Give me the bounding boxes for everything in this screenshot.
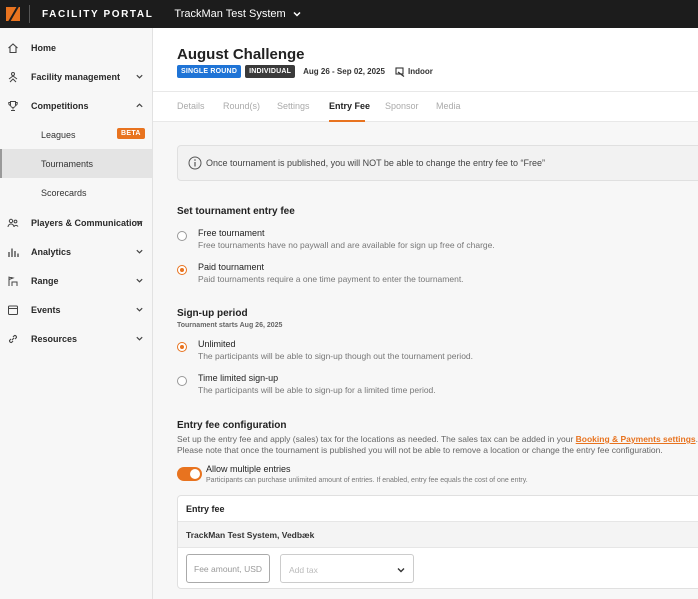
sidebar-item-facility-management[interactable]: Facility management xyxy=(0,62,152,91)
range-icon xyxy=(7,275,19,287)
tab-details[interactable]: Details xyxy=(177,101,205,111)
sidebar: Home Facility management Competitions Le… xyxy=(0,28,153,599)
chevron-down-icon xyxy=(293,11,301,17)
tab-rounds[interactable]: Round(s) xyxy=(223,101,260,111)
trackman-logo-icon[interactable] xyxy=(6,7,20,21)
system-selector[interactable]: TrackMan Test System xyxy=(174,8,301,20)
chevron-down-icon xyxy=(136,74,143,79)
sidebar-item-events[interactable]: Events xyxy=(0,295,152,324)
booking-payments-settings-link[interactable]: Booking & Payments settings xyxy=(576,434,696,444)
system-name: TrackMan Test System xyxy=(174,8,286,20)
main-content: August Challenge SINGLE ROUND INDIVIDUAL… xyxy=(153,28,698,599)
sidebar-subitem-label: Leagues xyxy=(41,129,76,140)
tournament-dates: Aug 26 - Sep 02, 2025 xyxy=(303,67,385,76)
radio-description: Free tournaments have no paywall and are… xyxy=(198,240,495,250)
add-tax-select[interactable]: Add tax xyxy=(280,554,414,583)
toggle-description: Participants can purchase unlimited amou… xyxy=(206,477,528,484)
config-section-title: Entry fee configuration xyxy=(177,420,287,431)
config-description: Set up the entry fee and apply (sales) t… xyxy=(177,434,698,456)
round-type-badge: SINGLE ROUND xyxy=(177,65,242,78)
chevron-down-icon xyxy=(136,249,143,254)
sidebar-subitem-tournaments[interactable]: Tournaments xyxy=(0,149,152,178)
chevron-up-icon xyxy=(136,103,143,108)
trophy-icon xyxy=(7,100,19,112)
radio-button[interactable] xyxy=(177,376,187,386)
chevron-down-icon xyxy=(136,278,143,283)
chevron-down-icon xyxy=(397,568,405,573)
sidebar-item-competitions[interactable]: Competitions xyxy=(0,91,152,120)
tab-media[interactable]: Media xyxy=(436,101,461,111)
allow-multiple-entries-toggle[interactable] xyxy=(177,467,202,481)
fee-table-header: Entry fee xyxy=(178,496,698,522)
tab-entry-fee[interactable]: Entry Fee xyxy=(329,101,370,111)
radio-button[interactable] xyxy=(177,342,187,352)
sidebar-item-home[interactable]: Home xyxy=(0,33,152,62)
sidebar-item-analytics[interactable]: Analytics xyxy=(0,237,152,266)
sidebar-item-label: Range xyxy=(31,275,59,286)
entry-fee-table: Entry fee TrackMan Test System, Vedbæk A… xyxy=(177,495,698,589)
indoor-icon xyxy=(395,66,405,77)
fee-location-name: TrackMan Test System, Vedbæk xyxy=(186,530,315,540)
info-banner-text: Once tournament is published, you will N… xyxy=(206,158,546,168)
chevron-down-icon xyxy=(136,220,143,225)
radio-label: Unlimited xyxy=(198,339,236,349)
venue-label: Indoor xyxy=(395,66,433,77)
tournament-badges: SINGLE ROUND INDIVIDUAL Aug 26 - Sep 02,… xyxy=(177,65,433,78)
sidebar-item-label: Analytics xyxy=(31,246,72,257)
facility-icon xyxy=(7,71,19,83)
play-type-badge: INDIVIDUAL xyxy=(245,65,296,78)
radio-button[interactable] xyxy=(177,231,187,241)
sidebar-item-label: Resources xyxy=(31,333,78,344)
fee-amount-input[interactable] xyxy=(186,554,270,583)
config-description-note: Please note that once the tournament is … xyxy=(177,445,663,455)
sidebar-item-range[interactable]: Range xyxy=(0,266,152,295)
sidebar-item-label: Facility management xyxy=(31,71,121,82)
tab-sponsor[interactable]: Sponsor xyxy=(385,101,419,111)
radio-label: Time limited sign-up xyxy=(198,373,279,383)
info-icon xyxy=(188,156,202,170)
signup-section-title: Sign-up period xyxy=(177,308,248,319)
radio-label: Paid tournament xyxy=(198,262,265,272)
chevron-down-icon xyxy=(136,307,143,312)
sidebar-subitem-label: Tournaments xyxy=(41,158,94,169)
page-title: August Challenge xyxy=(177,46,305,63)
sidebar-subitem-label: Scorecards xyxy=(41,187,87,198)
portal-brand: FACILITY PORTAL xyxy=(42,8,154,20)
beta-badge: BETA xyxy=(117,128,145,139)
radio-label: Free tournament xyxy=(198,228,265,238)
link-icon xyxy=(7,333,19,345)
sidebar-item-players-communication[interactable]: Players & Communication xyxy=(0,208,152,237)
chevron-down-icon xyxy=(136,336,143,341)
radio-description: The participants will be able to sign-up… xyxy=(198,385,436,395)
entry-fee-section-title: Set tournament entry fee xyxy=(177,206,295,217)
tabs-bar: Details Round(s) Settings Entry Fee Spon… xyxy=(153,91,698,122)
top-bar: FACILITY PORTAL TrackMan Test System xyxy=(0,0,698,28)
radio-description: Paid tournaments require a one time paym… xyxy=(198,274,464,284)
sidebar-item-label: Competitions xyxy=(31,100,89,111)
venue-text: Indoor xyxy=(407,67,433,76)
calendar-icon xyxy=(7,304,19,316)
tab-settings[interactable]: Settings xyxy=(277,101,310,111)
sidebar-item-resources[interactable]: Resources xyxy=(0,324,152,353)
sidebar-item-label: Events xyxy=(31,304,61,315)
toggle-label: Allow multiple entries xyxy=(206,464,291,474)
players-icon xyxy=(7,217,19,229)
signup-section-subtitle: Tournament starts Aug 26, 2025 xyxy=(177,322,283,329)
config-description-text: Set up the entry fee and apply (sales) t… xyxy=(177,434,576,444)
tax-select-placeholder: Add tax xyxy=(289,565,318,575)
analytics-icon xyxy=(7,246,19,258)
sidebar-item-label: Home xyxy=(31,42,57,53)
sidebar-item-label: Players & Communication xyxy=(31,217,143,228)
radio-description: The participants will be able to sign-up… xyxy=(198,351,474,361)
home-icon xyxy=(7,42,19,54)
info-banner: Once tournament is published, you will N… xyxy=(177,145,698,181)
sidebar-subitem-scorecards[interactable]: Scorecards xyxy=(0,178,152,207)
fee-table-header-label: Entry fee xyxy=(186,504,225,514)
logo-divider xyxy=(29,5,30,23)
radio-button[interactable] xyxy=(177,265,187,275)
fee-location-row: TrackMan Test System, Vedbæk xyxy=(178,522,698,548)
